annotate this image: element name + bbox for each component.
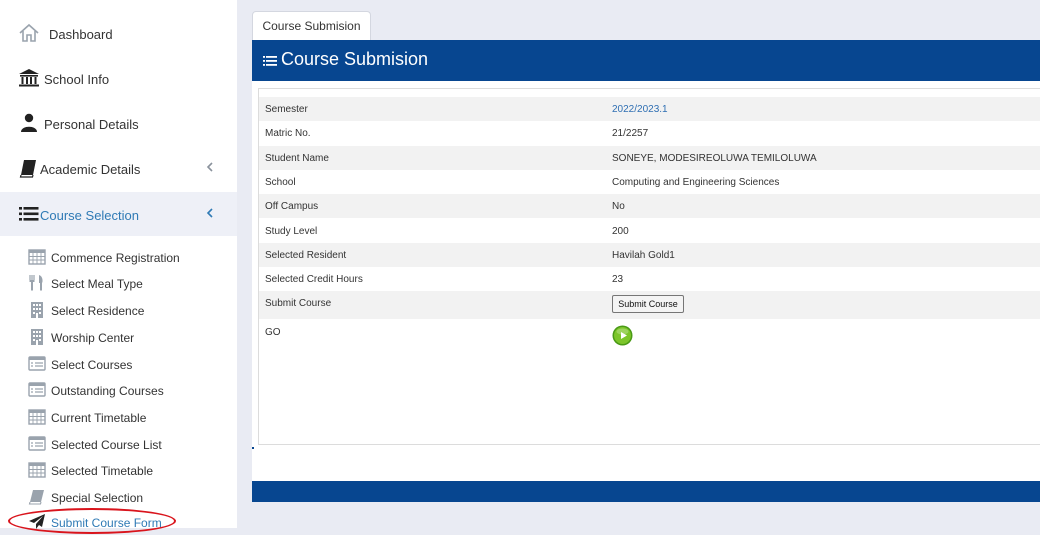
chevron-left-icon [206, 162, 213, 172]
semester-link[interactable]: 2022/2023.1 [612, 104, 668, 115]
panel-footer [252, 481, 1040, 502]
subitem-label: Commence Registration [51, 251, 180, 265]
table-row: Off Campus No [259, 194, 1040, 218]
subitem-label: Selected Timetable [51, 464, 154, 478]
subitem-label: Outstanding Courses [51, 384, 164, 398]
table-row: Study Level 200 [259, 219, 1040, 243]
table-row: Student Name SONEYE, MODESIREOLUWA TEMIL… [259, 146, 1040, 170]
calendar-icon [28, 409, 46, 425]
row-value: 21/2257 [612, 128, 649, 139]
book-icon [19, 160, 36, 178]
subitem-label: Select Courses [51, 358, 133, 372]
subitem-submit-course-form[interactable]: Submit Course Form [0, 510, 237, 530]
subitem-commence-registration[interactable]: Commence Registration [0, 244, 237, 270]
list-alt-icon [28, 356, 46, 371]
go-arrow-icon[interactable] [612, 325, 633, 346]
row-value: No [612, 201, 625, 212]
sidebar-item-label: Dashboard [49, 27, 113, 42]
row-value: 200 [612, 226, 629, 237]
row-value: SONEYE, MODESIREOLUWA TEMILOLUWA [612, 153, 817, 164]
table-row: Matric No. 21/2257 [259, 121, 1040, 145]
row-key: Student Name [265, 153, 329, 164]
row-key: GO [265, 327, 281, 338]
sidebar-item-dashboard[interactable]: Dashboard [0, 11, 237, 55]
list-alt-icon [28, 436, 46, 451]
calendar-icon [28, 249, 46, 265]
table-row: Selected Resident Havilah Gold1 [259, 243, 1040, 267]
subitem-select-meal-type[interactable]: Select Meal Type [0, 270, 237, 296]
subitem-select-courses[interactable]: Select Courses [0, 351, 237, 377]
subitem-label: Select Meal Type [51, 277, 143, 291]
tab-course-submision[interactable]: Course Submision [252, 11, 371, 40]
table-row: Selected Credit Hours 23 [259, 267, 1040, 291]
subitem-outstanding-courses[interactable]: Outstanding Courses [0, 377, 237, 403]
subitem-label: Worship Center [51, 331, 135, 345]
row-value: 23 [612, 274, 624, 285]
row-key: Matric No. [265, 128, 311, 139]
course-submission-panel: Course Submision Semester 2022/2023.1 Ma… [252, 40, 1040, 502]
subitem-selected-course-list[interactable]: Selected Course List [0, 431, 237, 457]
bank-icon [19, 69, 39, 87]
table-row: GO [259, 320, 1040, 350]
row-key: Semester [265, 104, 308, 115]
row-key: Selected Resident [265, 250, 347, 261]
cutlery-icon [29, 275, 43, 291]
sidebar-item-course-selection[interactable]: Course Selection [0, 192, 237, 236]
row-key: Submit Course [265, 298, 332, 309]
book-icon [28, 490, 44, 505]
subitem-label: Special Selection [51, 491, 144, 505]
user-icon [21, 113, 37, 132]
table-row: Semester 2022/2023.1 [259, 97, 1040, 121]
subitem-label: Submit Course Form [51, 516, 162, 530]
table-row: School Computing and Engineering Science… [259, 170, 1040, 194]
table-row: Submit Course Submit Course [259, 291, 1040, 319]
sidebar: Dashboard School Info Personal Details A… [0, 0, 237, 530]
row-key: Off Campus [265, 201, 319, 212]
list-alt-icon [28, 382, 46, 397]
chevron-left-icon [206, 208, 213, 218]
page-title: Course Submision [281, 49, 429, 69]
subitem-worship-center[interactable]: Worship Center [0, 324, 237, 350]
subitem-label: Select Residence [51, 304, 145, 318]
sidebar-item-label: School Info [44, 72, 110, 87]
subitem-label: Selected Course List [51, 438, 162, 452]
details-table: Semester 2022/2023.1 Matric No. 21/2257 … [258, 88, 1040, 445]
row-key: School [265, 177, 296, 188]
sidebar-item-label: Course Selection [40, 208, 139, 223]
subitem-special-selection[interactable]: Special Selection [0, 484, 237, 510]
sidebar-item-personal-details[interactable]: Personal Details [0, 101, 237, 145]
send-icon [29, 514, 45, 529]
sidebar-item-academic-details[interactable]: Academic Details [0, 146, 237, 190]
row-key: Study Level [265, 226, 318, 237]
sidebar-item-label: Academic Details [40, 162, 141, 177]
subitem-selected-timetable[interactable]: Selected Timetable [0, 457, 237, 483]
tab-label: Course Submision [262, 19, 361, 33]
row-value: Havilah Gold1 [612, 250, 675, 261]
list-icon [19, 207, 39, 221]
subitem-select-residence[interactable]: Select Residence [0, 297, 237, 323]
calendar-icon [28, 462, 46, 478]
submit-course-button[interactable]: Submit Course [612, 295, 684, 313]
list-icon [263, 56, 277, 66]
row-value: Computing and Engineering Sciences [612, 177, 780, 188]
row-key: Selected Credit Hours [265, 274, 363, 285]
subitem-label: Current Timetable [51, 411, 147, 425]
building-icon [31, 302, 43, 318]
sidebar-item-label: Personal Details [44, 117, 139, 132]
divider [252, 447, 254, 449]
home-icon [19, 23, 39, 42]
building-icon [31, 329, 43, 345]
panel-header: Course Submision [252, 40, 1040, 81]
sidebar-item-school-info[interactable]: School Info [0, 56, 237, 100]
subitem-current-timetable[interactable]: Current Timetable [0, 404, 237, 430]
